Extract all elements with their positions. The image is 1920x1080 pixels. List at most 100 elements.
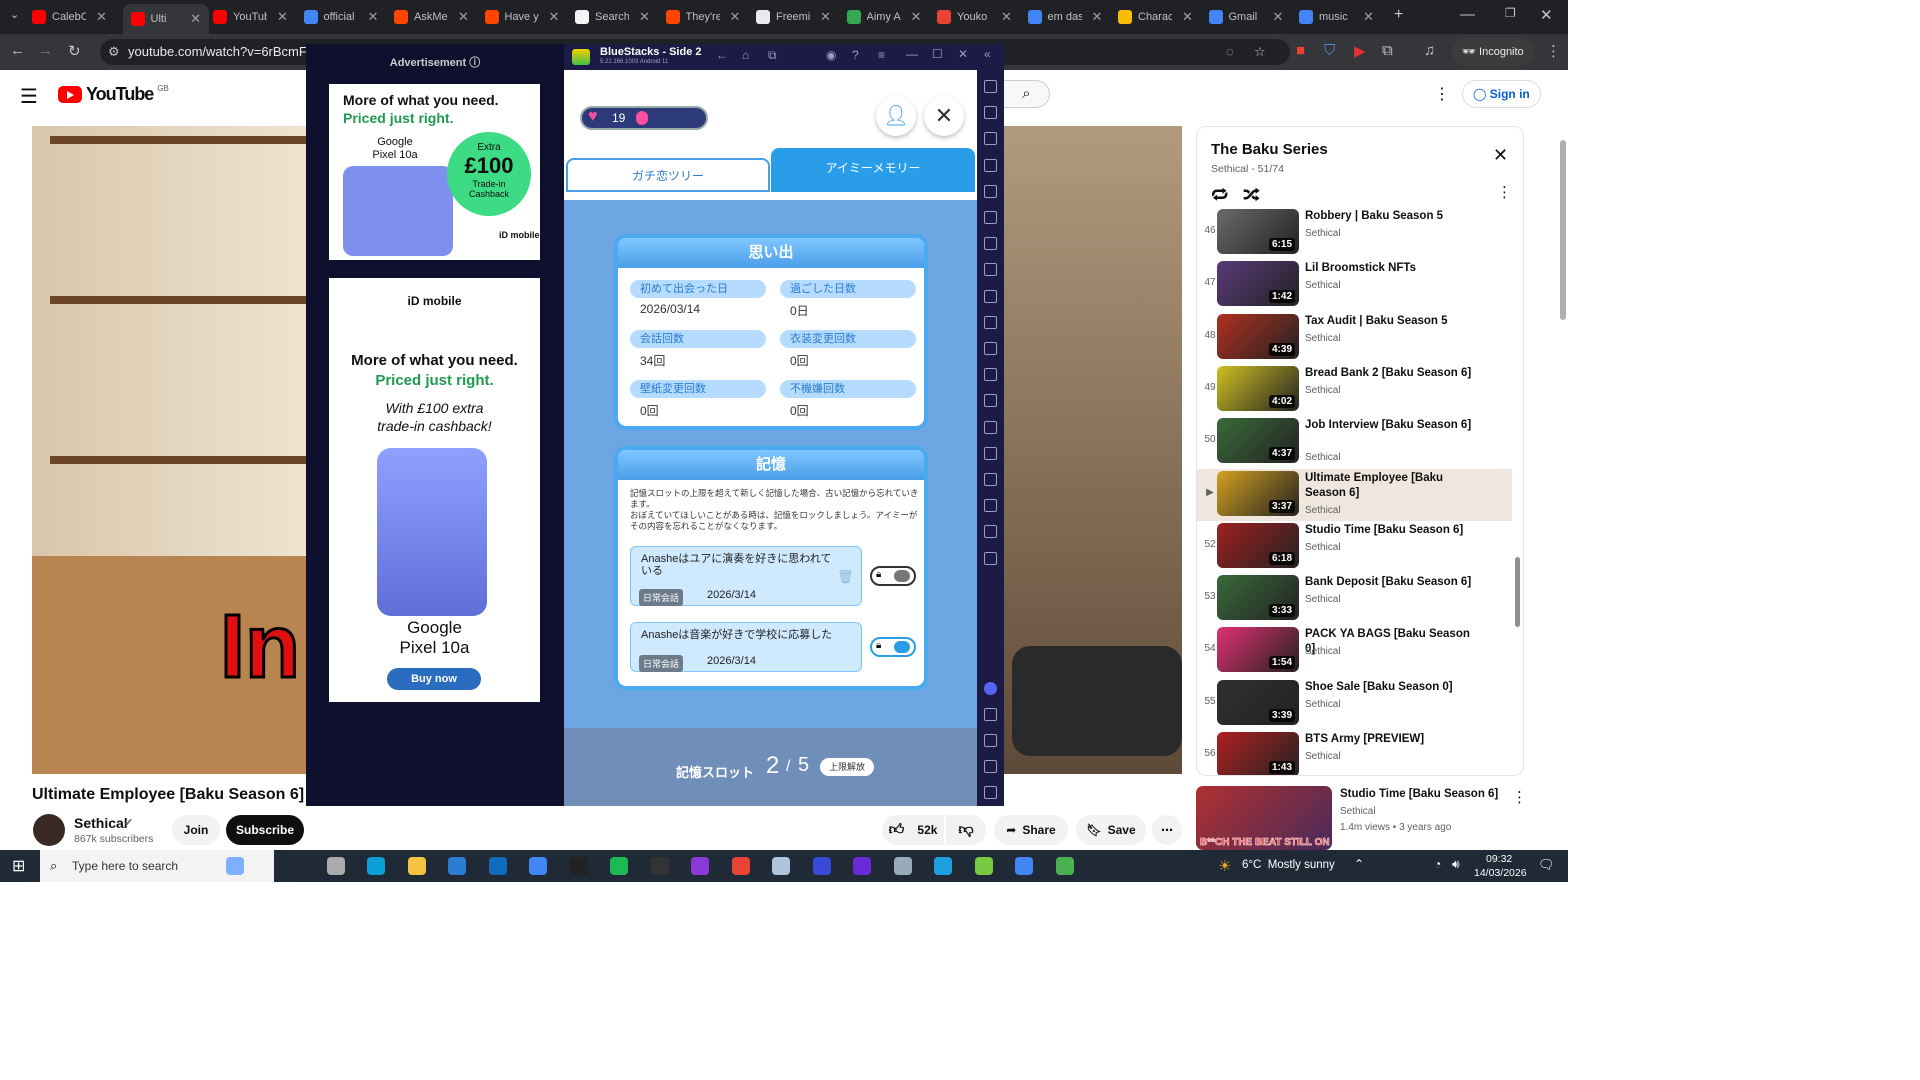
browser-tab[interactable]: em das ✕ [1027, 6, 1115, 28]
bs-home-icon[interactable] [984, 760, 997, 773]
taskbar-copilot-icon[interactable] [226, 857, 244, 875]
playlist-item[interactable]: 52 6:18 Studio Time [Baku Season 6] Sethica… [1197, 521, 1512, 573]
bs-multi-instance-icon[interactable] [984, 420, 997, 434]
playlist-item[interactable]: 49 4:02 Bread Bank 2 [Baku Season 6] Sethic… [1197, 364, 1512, 416]
playlist-item[interactable]: 55 3:39 Shoe Sale [Baku Season 0] Sethical [1197, 678, 1512, 730]
browser-tab[interactable]: Youko ✕ [937, 6, 1024, 28]
bs-crop-icon[interactable] [984, 315, 997, 329]
browser-tab[interactable]: Gmail ✕ [1208, 6, 1296, 28]
bs-collapse-icon[interactable]: « [984, 47, 991, 61]
taskbar-task-view-icon[interactable] [326, 857, 345, 875]
bookmark-star-icon[interactable]: ☆ [1254, 39, 1266, 65]
forward-icon[interactable]: → [38, 42, 53, 59]
windows-start-icon[interactable]: ⊞ [12, 856, 25, 876]
playlist-item[interactable]: 50 4:37 Job Interview [Baku Season 6] Sethi… [1197, 416, 1512, 468]
next-video-channel[interactable]: Sethical [1340, 806, 1376, 817]
subscribe-button[interactable]: Subscribe [226, 815, 304, 845]
like-button[interactable]: 👍︎ 52k [882, 815, 944, 845]
browser-tab[interactable]: official ✕ [303, 6, 391, 28]
tab-search-icon[interactable]: ⌄ [10, 8, 19, 21]
taskbar-chrome-icon[interactable] [529, 857, 547, 875]
taskbar-app-icon[interactable] [1055, 857, 1074, 875]
browser-tab[interactable]: Charac ✕ [1118, 6, 1205, 28]
tab-close-icon[interactable]: ✕ [911, 9, 922, 25]
playlist-item[interactable]: 56 1:43 BTS Army [PREVIEW] Sethical [1197, 730, 1512, 775]
bs-menu-icon[interactable]: ≡ [878, 48, 885, 62]
bs-camera-icon[interactable] [984, 342, 997, 355]
browser-menu-icon[interactable]: ⋮ [1546, 42, 1561, 60]
bs-keyboard-icon[interactable] [984, 158, 997, 172]
bs-eco-icon[interactable] [984, 446, 997, 460]
taskbar-app-icon[interactable] [812, 857, 831, 875]
bs-settings-icon[interactable] [984, 708, 997, 721]
bs-volume-icon[interactable] [984, 106, 997, 120]
bs-minimize-icon[interactable]: — [906, 47, 918, 61]
trash-icon[interactable]: 🗑︎ [837, 569, 854, 585]
maximize-icon[interactable]: ❐ [1505, 6, 1516, 20]
media-control-icon[interactable]: ♫ [1424, 42, 1435, 59]
playlist-item[interactable]: 47 1:42 Lil Broomstick NFTs Sethical [1197, 259, 1512, 311]
close-playlist-icon[interactable]: ✕ [1493, 145, 1508, 166]
playlist-item[interactable]: 54 1:54 PACK YA BAGS [Baku Season 0] Sethic… [1197, 625, 1512, 677]
taskbar-edge-icon[interactable] [367, 857, 385, 875]
search-button[interactable]: ⌕ [1004, 80, 1050, 108]
playlist-item[interactable]: 46 6:15 Robbery | Baku Season 5 Sethical [1197, 207, 1512, 259]
bs-back-icon[interactable] [984, 734, 997, 747]
next-video-title[interactable]: Studio Time [Baku Season 6] [1340, 788, 1498, 800]
taskbar-outlook-icon[interactable] [488, 857, 507, 875]
browser-tab[interactable]: Search ✕ [575, 6, 662, 28]
browser-tab[interactable]: AskMe ✕ [394, 6, 481, 28]
youtube-logo[interactable]: YouTube GB [58, 84, 169, 105]
taskbar-bluestacks-icon[interactable] [974, 857, 993, 875]
taskbar-app-icon[interactable] [569, 857, 588, 875]
bs-sidebar-toggle-icon[interactable] [984, 551, 997, 565]
bs-folder-icon[interactable] [984, 368, 997, 382]
back-icon[interactable]: ← [10, 42, 25, 59]
bs-recents-icon[interactable] [984, 786, 997, 799]
tab-close-icon[interactable]: ✕ [96, 9, 107, 25]
channel-name[interactable]: Sethical [74, 815, 128, 831]
tab-close-icon[interactable]: ✕ [1363, 9, 1374, 25]
taskbar-app-icon[interactable] [691, 857, 709, 875]
next-video-thumbnail[interactable]: B**CH THE BEAT STILL ON [1196, 786, 1332, 850]
browser-tab[interactable]: Have y ✕ [484, 6, 572, 28]
bs-account-icon[interactable]: ◉ [826, 48, 836, 62]
playlist-scrollbar[interactable] [1515, 557, 1520, 627]
settings-kebab-icon[interactable]: ⋮ [1434, 84, 1450, 104]
tab-close-icon[interactable]: ✕ [277, 9, 288, 25]
network-icon[interactable]: ◔ [1434, 857, 1441, 871]
share-button[interactable]: ➦ Share [994, 815, 1068, 845]
bs-screenshot-icon[interactable] [984, 289, 997, 303]
notification-icon[interactable]: 🗨︎ [1538, 857, 1555, 873]
bs-sync-icon[interactable] [984, 525, 997, 539]
playlist-more-icon[interactable]: ⋮ [1497, 183, 1512, 201]
bs-help-icon[interactable]: ? [852, 48, 859, 62]
game-close-button[interactable]: ✕ [924, 96, 964, 136]
join-button[interactable]: Join [172, 815, 220, 845]
playlist-item[interactable]: ▶ 3:37 Ultimate Employee [Baku Season 6] Se… [1197, 468, 1512, 521]
bs-layers-icon[interactable] [984, 499, 997, 513]
tab-aimy-memory[interactable]: アイミーメモリー [771, 148, 975, 192]
bs-gamepad-icon[interactable] [984, 237, 997, 251]
tab-close-icon[interactable]: ✕ [190, 11, 201, 27]
taskbar-store-icon[interactable] [448, 857, 466, 875]
tab-close-icon[interactable]: ✕ [1182, 9, 1193, 25]
taskbar-chrome-active-icon[interactable] [1015, 857, 1033, 875]
tab-close-icon[interactable]: ✕ [549, 9, 560, 25]
extension-icon[interactable]: ■ [1296, 42, 1305, 59]
bs-record-icon[interactable] [984, 132, 997, 146]
taskbar-app-icon[interactable] [772, 857, 790, 875]
memory-entry[interactable]: Anasheは音楽が好きで学校に応募した 日常会話 2026/3/14 [630, 622, 862, 672]
bs-close-icon[interactable]: ✕ [958, 47, 968, 61]
tab-close-icon[interactable]: ✕ [368, 9, 379, 25]
next-video-more-icon[interactable]: ⋮ [1512, 788, 1527, 806]
memory-lock-toggle[interactable]: 🔒︎ [870, 566, 916, 586]
tab-close-icon[interactable]: ✕ [1092, 9, 1103, 25]
playlist-item[interactable]: 53 3:33 Bank Deposit [Baku Season 6] Sethic… [1197, 573, 1512, 625]
browser-tab[interactable]: Ulti ✕ [122, 4, 209, 34]
bs-home-icon[interactable]: ⌂ [742, 48, 749, 62]
weather-text[interactable]: 6°C Mostly sunny [1242, 859, 1335, 871]
bs-location-icon[interactable] [984, 473, 997, 486]
bs-fullscreen-icon[interactable] [984, 80, 997, 93]
new-tab-icon[interactable]: + [1394, 6, 1403, 24]
